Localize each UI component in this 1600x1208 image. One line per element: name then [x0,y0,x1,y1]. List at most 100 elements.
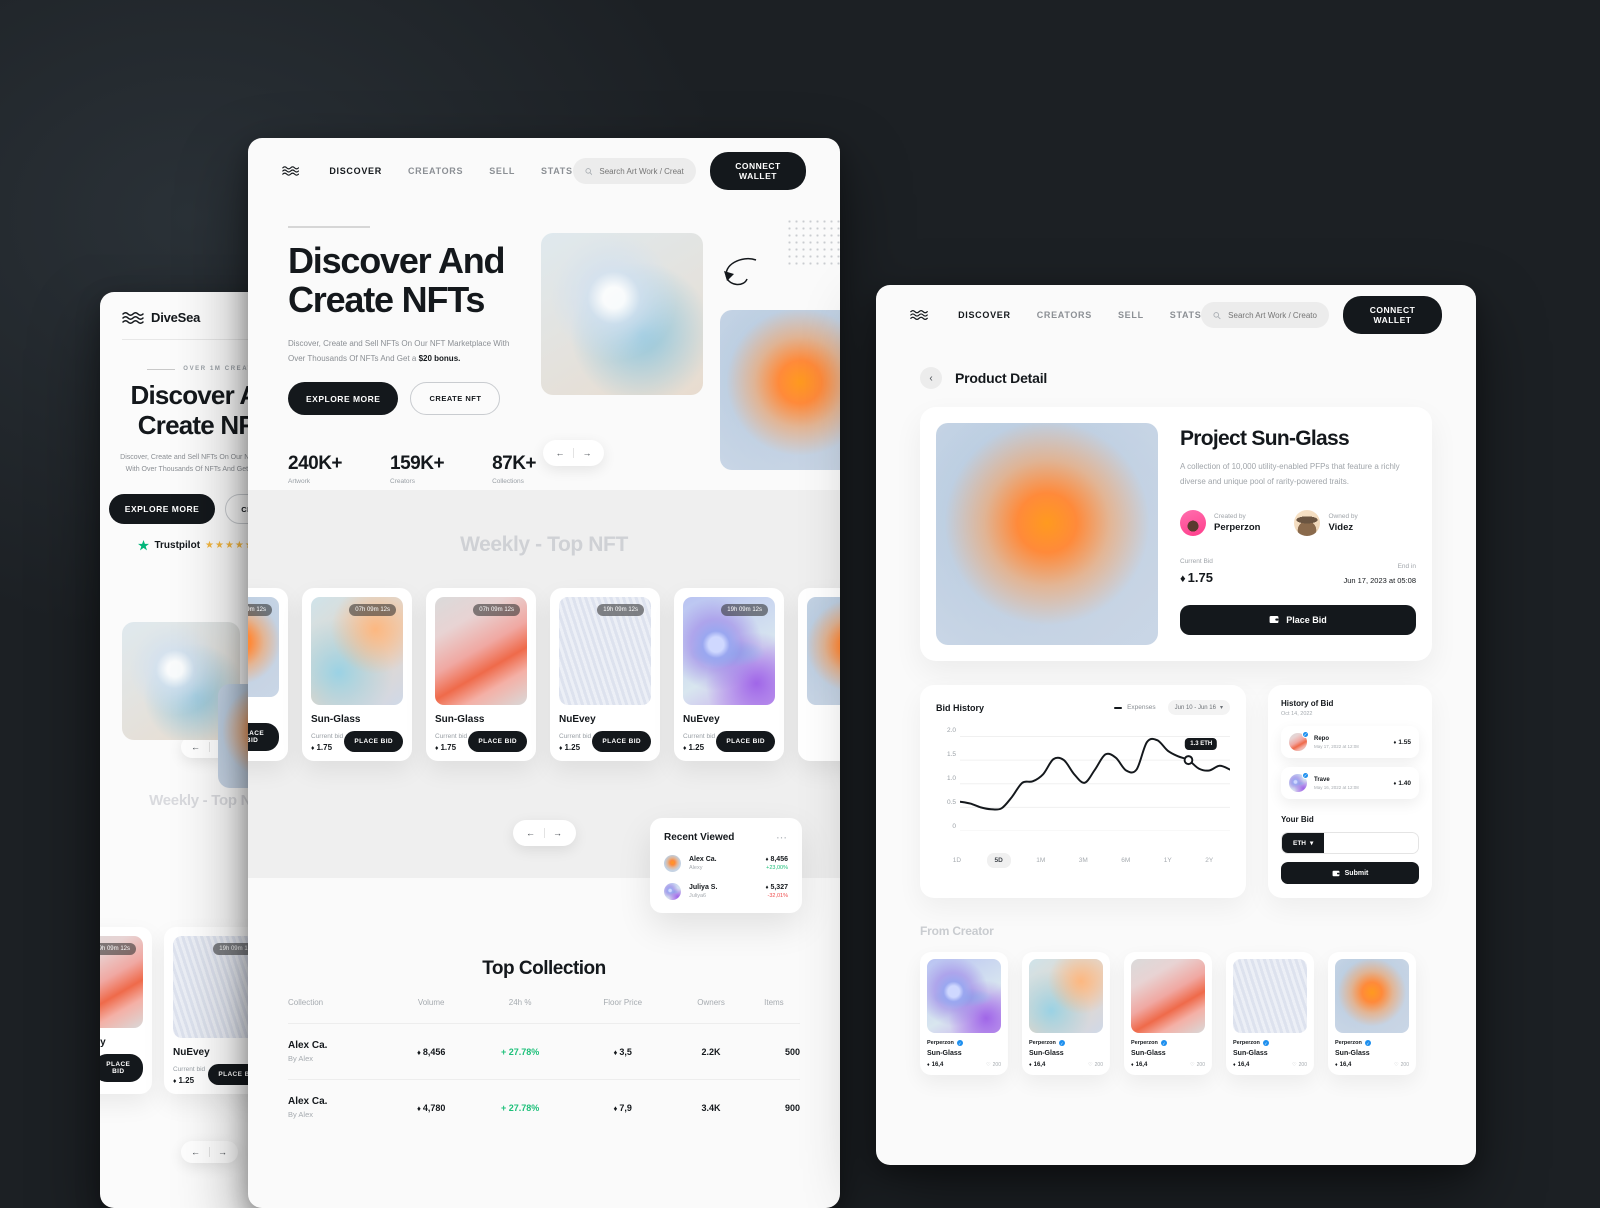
list-item[interactable]: ✓ Repo May 17, 2022 at 12:08 1.55 [1281,726,1419,758]
place-bid-button[interactable]: PLACE BID [716,731,775,752]
table-row[interactable]: Alex Ca. By Alex 4,780 + 27.78% 7,9 3.4K… [288,1079,800,1135]
connect-wallet-button[interactable]: CONNECT WALLET [709,152,806,190]
nav-link-discover[interactable]: DISCOVER [958,310,1011,320]
nft-timer: 07h 09m 12s [349,604,396,616]
place-bid-button[interactable]: PLACE BID [468,731,527,752]
creator-owner-row: Created by Perperzon Owned by Videz [1180,509,1416,536]
place-bid-button[interactable]: PLACE BID [248,723,279,751]
brand-logo[interactable]: DiveSea [122,310,200,325]
list-item[interactable]: ✓ Trave May 16, 2022 at 12:08 1.40 [1281,767,1419,799]
search-input[interactable] [599,166,684,176]
prev-arrow-icon[interactable]: ← [187,1147,205,1157]
chevron-down-icon: ▾ [1310,840,1314,847]
explore-more-button[interactable]: EXPLORE MORE [288,382,399,416]
next-arrow-icon[interactable]: → [549,828,567,838]
wave-logo-icon[interactable] [910,308,928,322]
cell-owners: 3.4K [674,1079,748,1135]
recent-name: Juliya S. [689,884,718,891]
y-tick: 0.5 [946,799,956,806]
search-input[interactable] [1228,310,1318,320]
bid-input-group[interactable]: ETH ▾ [1281,832,1419,854]
list-item[interactable]: Juliya S. Juliya6 5,327 -32,01% [664,883,788,900]
prev-arrow-icon[interactable]: ← [551,448,569,458]
bid-amount-input[interactable] [1324,833,1418,853]
range-3m[interactable]: 3M [1071,853,1096,868]
submit-bid-button[interactable]: Submit [1281,862,1419,884]
range-1y[interactable]: 1Y [1156,853,1180,868]
chart-legend: Expenses [1114,704,1156,711]
bid-time: May 17, 2022 at 12:08 [1314,743,1359,749]
nav-link-sell[interactable]: SELL [1118,310,1144,320]
nft-card[interactable]: 19h 09m 12s NuEvey Current bid 1.25 PLAC… [100,927,152,1094]
nft-card[interactable]: 19h 09m 12s NuEvey Current bid 1.25 PLAC… [550,588,660,761]
nft-card[interactable] [798,588,840,761]
verified-badge-icon: ✓ [956,1040,963,1046]
nav-link-stats[interactable]: STATS [1170,310,1202,320]
range-1d[interactable]: 1D [945,853,969,868]
stat-artwork: 240K+ Artwork [288,453,343,486]
place-bid-button[interactable]: Place Bid [1180,604,1416,635]
wave-logo-icon[interactable] [282,164,300,178]
next-arrow-icon[interactable]: → [214,1147,232,1157]
search-box[interactable] [572,158,696,184]
like-count[interactable]: ♡ 200 [1292,1062,1307,1068]
like-count[interactable]: ♡ 200 [1190,1062,1205,1068]
creator-nft-card[interactable]: Perperzon✓ Sun-Glass 16,4 ♡200 [1022,952,1110,1075]
range-6m[interactable]: 6M [1113,853,1138,868]
bid-history-panel: Bid History Expenses Jun 10 - Jun 16 ▾ 2… [920,685,1246,898]
next-arrow-icon[interactable]: → [578,448,596,458]
nft-card[interactable]: 07h 09m 12s Sun-Glass Current bid 1.75 P… [426,588,536,761]
like-count[interactable]: ♡ 200 [1088,1062,1103,1068]
create-nft-button[interactable]: CREATE NFT [410,382,501,416]
stat-collections: 87K+ Collections [492,453,537,486]
recent-change: -32,01% [767,893,789,899]
creator-nft-card[interactable]: Perperzon✓ Sun-Glass 16,4 ♡200 [920,952,1008,1075]
creator-nft-card[interactable]: Perperzon✓ Sun-Glass 16,4 ♡200 [1328,952,1416,1075]
range-5d[interactable]: 5D [986,853,1011,868]
nft-card[interactable]: 07h 09m 12s Sun-Glass Current bid 1.75 P… [302,588,412,761]
place-bid-button[interactable]: PLACE BID [592,731,651,752]
prev-arrow-icon[interactable]: ← [522,828,540,838]
more-dots-icon[interactable]: ⋯ [776,831,788,844]
date-range-selector[interactable]: Jun 10 - Jun 16 ▾ [1167,700,1230,715]
date-range-label: Jun 10 - Jun 16 [1174,704,1216,711]
nft-footer: Current bid 1.25 PLACE BID [100,1054,143,1082]
range-1m[interactable]: 1M [1028,853,1053,868]
desktop-navbar: DISCOVER CREATORS SELL STATS CONNECT WAL… [248,138,840,204]
bidder-name: Trave [1314,776,1330,783]
creator-nft-card[interactable]: Perperzon✓ Sun-Glass 16,4 ♡200 [1226,952,1314,1075]
nft-title: Sun-Glass [311,714,361,725]
table-row[interactable]: Alex Ca. By Alex 8,456 + 27.78% 3,5 2.2K… [288,1023,800,1080]
legend-label: Expenses [1127,704,1156,711]
nav-link-sell[interactable]: SELL [489,166,515,176]
cell-floor: 7,9 [571,1079,675,1135]
carousel-nav[interactable]: ← → [543,440,604,466]
nav-link-stats[interactable]: STATS [541,166,573,176]
range-2y[interactable]: 2Y [1197,853,1221,868]
like-count[interactable]: ♡ 200 [986,1062,1001,1068]
explore-more-button[interactable]: EXPLORE MORE [108,494,216,525]
place-bid-button[interactable]: PLACE BID [344,731,403,752]
creator-nft-card[interactable]: Perperzon✓ Sun-Glass 16,4 ♡200 [1124,952,1212,1075]
avatar: ✓ [1289,772,1309,792]
back-button[interactable]: ‹ [920,367,942,389]
legend-swatch [1114,706,1123,709]
carousel-nav[interactable]: ← → [180,1141,238,1163]
nav-link-creators[interactable]: CREATORS [1037,310,1092,320]
prev-arrow-icon[interactable]: ← [187,742,205,752]
carousel-nav[interactable]: ← → [512,820,576,846]
connect-wallet-button[interactable]: CONNECT WALLET [1343,296,1442,334]
place-bid-button[interactable]: PLACE BID [100,1054,143,1082]
search-box[interactable] [1201,302,1330,328]
creator-block[interactable]: Created by Perperzon [1180,509,1260,536]
nft-card[interactable]: 07h 09m 12s Sun-Glass Current bid 1.75 P… [248,588,288,761]
col-items: Items [764,998,784,1007]
nav-link-creators[interactable]: CREATORS [408,166,463,176]
currency-selector[interactable]: ETH ▾ [1282,833,1325,853]
owner-block[interactable]: Owned by Videz [1294,509,1358,536]
nav-link-discover[interactable]: DISCOVER [329,166,382,176]
stat-creators: 159K+ Creators [390,453,445,486]
like-count[interactable]: ♡ 200 [1394,1062,1409,1068]
list-item[interactable]: Alex Ca. Alexy 8,456 +23,00% [664,855,788,872]
nft-card[interactable]: 19h 09m 12s NuEvey Current bid 1.25 PLAC… [674,588,784,761]
